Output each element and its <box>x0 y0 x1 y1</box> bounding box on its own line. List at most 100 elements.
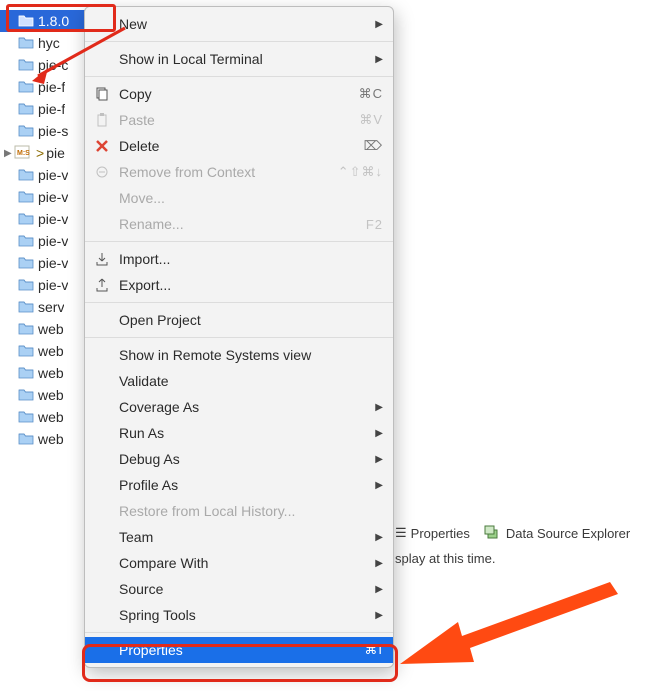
menu-item-spring-tools[interactable]: Spring Tools▶ <box>85 602 393 628</box>
blank-icon <box>93 15 111 33</box>
chevron-right-icon: ▶ <box>375 558 383 569</box>
tab-data-source-explorer[interactable]: Data Source Explorer <box>484 525 630 541</box>
datasource-icon <box>484 525 502 541</box>
menu-item-label: Restore from Local History... <box>119 503 383 519</box>
menu-item-open-project[interactable]: Open Project <box>85 307 393 333</box>
tab-label: Data Source Explorer <box>506 526 630 541</box>
folder-icon <box>18 343 38 360</box>
folder-icon <box>18 409 38 426</box>
menu-item-new[interactable]: New ▶ <box>85 11 393 37</box>
menu-item-show-in-local-terminal[interactable]: Show in Local Terminal ▶ <box>85 46 393 72</box>
menu-item-label: Source <box>119 581 367 597</box>
blank-icon <box>93 346 111 364</box>
menu-item-run-as[interactable]: Run As ▶ <box>85 420 393 446</box>
menu-item-compare-with[interactable]: Compare With ▶ <box>85 550 393 576</box>
menu-item-label: Move... <box>119 190 383 206</box>
tree-item-label: serv <box>38 299 64 315</box>
menu-item-restore-from-local-history: Restore from Local History... <box>85 498 393 524</box>
folder-icon <box>18 167 38 184</box>
tree-item-label: web <box>38 431 64 447</box>
tree-item-label: web <box>38 365 64 381</box>
blank-icon <box>93 528 111 546</box>
menu-item-coverage-as[interactable]: Coverage As ▶ <box>85 394 393 420</box>
tree-item-label: web <box>38 409 64 425</box>
menu-item-label: New <box>119 16 367 32</box>
copy-icon <box>93 85 111 103</box>
menu-item-team[interactable]: Team▶ <box>85 524 393 550</box>
menu-item-profile-as[interactable]: Profile As▶ <box>85 472 393 498</box>
menu-item-label: Profile As <box>119 477 367 493</box>
folder-icon <box>18 387 38 404</box>
folder-icon <box>18 233 38 250</box>
panel-message: splay at this time. <box>395 545 650 566</box>
folder-icon <box>18 277 38 294</box>
chevron-right-icon: ▶ <box>375 54 383 65</box>
tab-properties[interactable]: ☰ Properties <box>395 525 470 541</box>
menu-item-debug-as[interactable]: Debug As▶ <box>85 446 393 472</box>
tree-item-label: pie-v <box>38 167 68 183</box>
menu-item-copy[interactable]: Copy⌘C <box>85 81 393 107</box>
bottom-tabs[interactable]: ☰ Properties Data Source Explorer <box>395 521 650 545</box>
svg-text:M:S: M:S <box>17 150 30 157</box>
menu-item-export[interactable]: Export... <box>85 272 393 298</box>
folder-icon <box>18 211 38 228</box>
folder-icon <box>18 35 38 52</box>
menu-item-properties[interactable]: Properties⌘I <box>85 637 393 663</box>
blank-icon <box>93 580 111 598</box>
menu-separator <box>85 337 393 338</box>
menu-item-rename: Rename...F2 <box>85 211 393 237</box>
file-icon: M:S <box>14 145 34 162</box>
chevron-right-icon: ▶ <box>375 428 383 439</box>
menu-item-import[interactable]: Import... <box>85 246 393 272</box>
menu-item-label: Compare With <box>119 555 367 571</box>
tree-item-label: pie-v <box>38 277 68 293</box>
menu-shortcut: ⌘C <box>359 86 383 102</box>
blank-icon <box>93 50 111 68</box>
folder-icon <box>18 255 38 272</box>
chevron-right-icon: ▶ <box>375 402 383 413</box>
menu-item-label: Open Project <box>119 312 383 328</box>
menu-item-label: Run As <box>119 425 367 441</box>
menu-item-delete[interactable]: Delete ⌦ <box>85 133 393 159</box>
chevron-right-icon: ▶ <box>375 19 383 30</box>
menu-shortcut: ⌘I <box>364 642 383 658</box>
menu-item-validate[interactable]: Validate <box>85 368 393 394</box>
menu-item-show-in-remote-systems-view[interactable]: Show in Remote Systems view <box>85 342 393 368</box>
menu-item-source[interactable]: Source ▶ <box>85 576 393 602</box>
chevron-right-icon: ▶ <box>375 584 383 595</box>
menu-separator <box>85 302 393 303</box>
menu-item-label: Coverage As <box>119 399 367 415</box>
blank-icon <box>93 372 111 390</box>
menu-item-label: Import... <box>119 251 383 267</box>
tree-item-label: pie-f <box>38 79 65 95</box>
tree-item-label: hyc <box>38 35 60 51</box>
menu-item-label: Paste <box>119 112 351 128</box>
export-icon <box>93 276 111 294</box>
tree-item-label: 1.8.0 <box>38 13 69 29</box>
blank-icon <box>93 641 111 659</box>
tree-item-label: web <box>38 387 64 403</box>
menu-item-label: Delete <box>119 138 356 154</box>
folder-icon <box>18 189 38 206</box>
properties-icon: ☰ <box>395 525 407 541</box>
remove-icon <box>93 163 111 181</box>
menu-separator <box>85 41 393 42</box>
menu-separator <box>85 632 393 633</box>
folder-icon <box>18 299 38 316</box>
tree-item-label: pie-s <box>38 123 68 139</box>
chevron-right-icon[interactable]: ▶ <box>4 148 14 159</box>
menu-shortcut: ⌃⇧⌘↓ <box>338 164 383 180</box>
paste-icon <box>93 111 111 129</box>
menu-item-move: Move... <box>85 185 393 211</box>
context-menu: New ▶ Show in Local Terminal ▶ Copy⌘C Paste ⌘V… <box>84 6 394 668</box>
menu-item-remove-from-context: Remove from Context ⌃⇧⌘↓ <box>85 159 393 185</box>
folder-icon <box>18 101 38 118</box>
menu-item-paste: Paste ⌘V <box>85 107 393 133</box>
menu-shortcut: ⌘V <box>359 112 383 128</box>
menu-item-label: Show in Local Terminal <box>119 51 367 67</box>
menu-item-label: Remove from Context <box>119 164 330 180</box>
folder-icon <box>18 13 38 30</box>
annotation-arrow-bottom <box>400 574 620 684</box>
tree-item-label: pie-v <box>38 255 68 271</box>
menu-shortcut: ⌦ <box>364 138 383 154</box>
